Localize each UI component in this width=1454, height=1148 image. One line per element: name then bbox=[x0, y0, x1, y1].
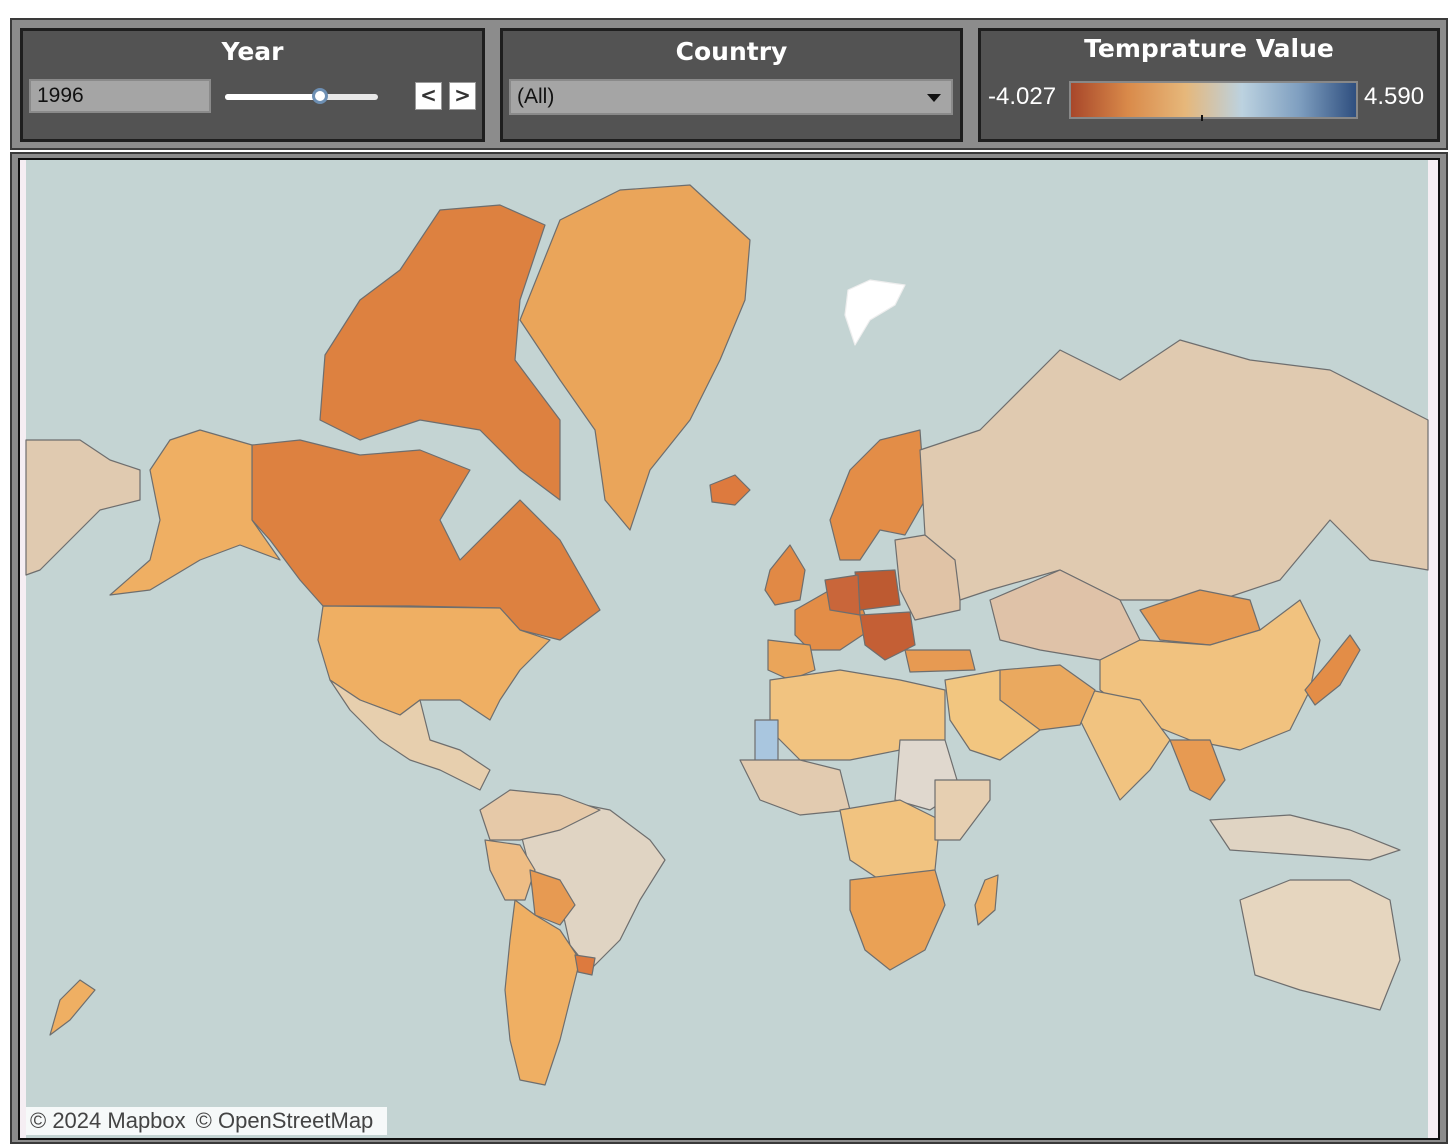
country-uruguay[interactable] bbox=[574, 954, 596, 976]
map-attribution[interactable]: © 2024 Mapbox © OpenStreetMap bbox=[26, 1107, 388, 1135]
mapbox-attribution[interactable]: © 2024 Mapbox bbox=[30, 1108, 186, 1133]
country-turkey[interactable] bbox=[904, 649, 976, 673]
country-central-europe[interactable] bbox=[824, 574, 861, 616]
world-map[interactable] bbox=[0, 0, 1454, 1148]
country-poland[interactable] bbox=[854, 569, 901, 611]
openstreetmap-attribution[interactable]: © OpenStreetMap bbox=[196, 1108, 374, 1133]
country-mauritania[interactable] bbox=[754, 719, 779, 766]
